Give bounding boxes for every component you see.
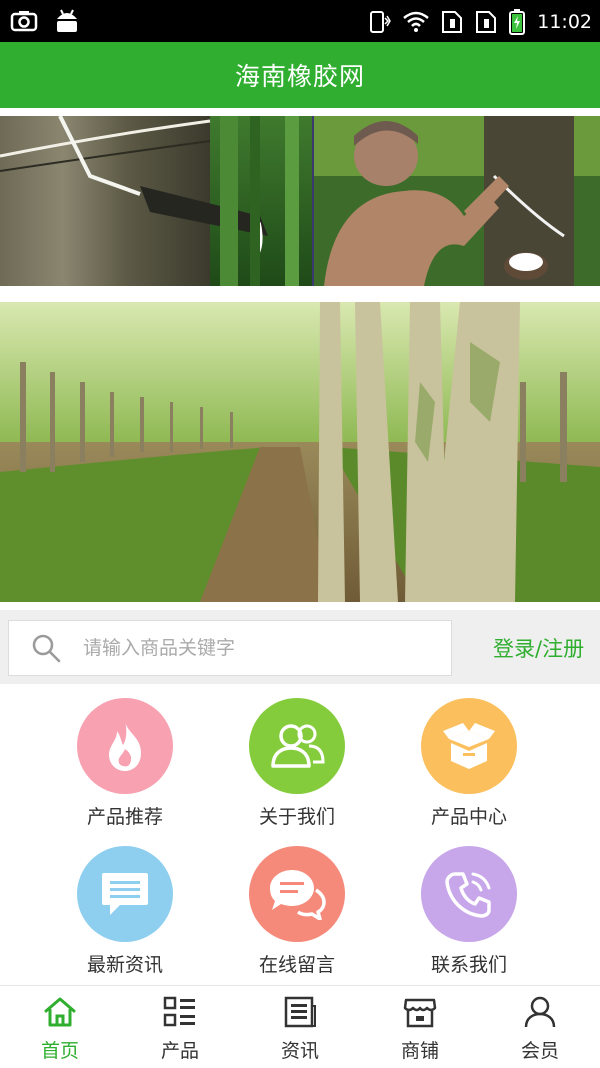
tab-label: 首页 xyxy=(40,1040,79,1062)
tab-label: 资讯 xyxy=(280,1040,319,1062)
main-banner-carousel[interactable] xyxy=(0,302,600,602)
sim1-icon xyxy=(441,10,463,34)
tab-member[interactable]: 会员 xyxy=(480,986,600,1068)
store-icon xyxy=(403,996,437,1032)
screenshot-icon xyxy=(10,9,38,33)
login-register-link[interactable]: 登录/注册 xyxy=(493,633,584,663)
message-icon xyxy=(77,846,173,942)
tab-label: 商铺 xyxy=(400,1040,439,1062)
box-icon xyxy=(421,698,517,794)
flame-icon xyxy=(77,698,173,794)
menu-item-label: 关于我们 xyxy=(258,806,335,828)
rubber-tapping-tree-photo xyxy=(0,116,312,286)
menu-item-label: 在线留言 xyxy=(258,954,335,976)
wifi-icon xyxy=(403,11,430,33)
search-bar: 登录/注册 xyxy=(0,610,600,684)
news-icon xyxy=(283,996,317,1032)
sim2-icon xyxy=(475,10,497,34)
chat-bubbles-icon xyxy=(249,846,345,942)
menu-item-label: 产品推荐 xyxy=(86,806,163,828)
tab-products[interactable]: 产品 xyxy=(120,986,240,1068)
phone-vibrate-icon xyxy=(367,10,392,34)
user-icon xyxy=(523,996,557,1032)
bottom-tab-bar: 首页 产品 资讯 商铺 会员 xyxy=(0,985,600,1068)
search-input[interactable] xyxy=(81,636,425,660)
tab-label: 产品 xyxy=(160,1040,199,1062)
status-bar: 11:02 xyxy=(0,0,600,42)
menu-item-label: 最新资讯 xyxy=(86,954,163,976)
list-grid-icon xyxy=(163,996,197,1032)
top-banner[interactable] xyxy=(0,116,600,286)
phone-icon xyxy=(421,846,517,942)
menu-item-product-center[interactable]: 产品中心 xyxy=(383,690,555,830)
menu-grid: 产品推荐 关于我们 产品中心 最新资讯 在线留言 联系我们 xyxy=(0,690,600,980)
menu-item-about-us[interactable]: 关于我们 xyxy=(211,690,383,830)
app-header: 海南橡胶网 xyxy=(0,42,600,108)
menu-item-product-recommend[interactable]: 产品推荐 xyxy=(39,690,211,830)
menu-item-latest-news[interactable]: 最新资讯 xyxy=(39,838,211,978)
tab-news[interactable]: 资讯 xyxy=(240,986,360,1068)
tab-stores[interactable]: 商铺 xyxy=(360,986,480,1068)
menu-item-online-message[interactable]: 在线留言 xyxy=(211,838,383,978)
tab-label: 会员 xyxy=(520,1040,559,1062)
rubber-tapper-man-photo xyxy=(311,116,600,286)
tab-home[interactable]: 首页 xyxy=(0,986,120,1068)
users-icon xyxy=(249,698,345,794)
menu-item-contact-us[interactable]: 联系我们 xyxy=(383,838,555,978)
page-title: 海南橡胶网 xyxy=(234,62,365,91)
rubber-plantation-photo xyxy=(0,302,600,602)
battery-icon xyxy=(509,9,526,35)
menu-item-label: 联系我们 xyxy=(430,954,507,976)
menu-item-label: 产品中心 xyxy=(430,806,507,828)
status-time: 11:02 xyxy=(537,11,592,33)
search-icon xyxy=(31,633,61,663)
search-box[interactable] xyxy=(8,620,452,676)
android-icon xyxy=(54,9,80,33)
home-icon xyxy=(43,996,77,1032)
